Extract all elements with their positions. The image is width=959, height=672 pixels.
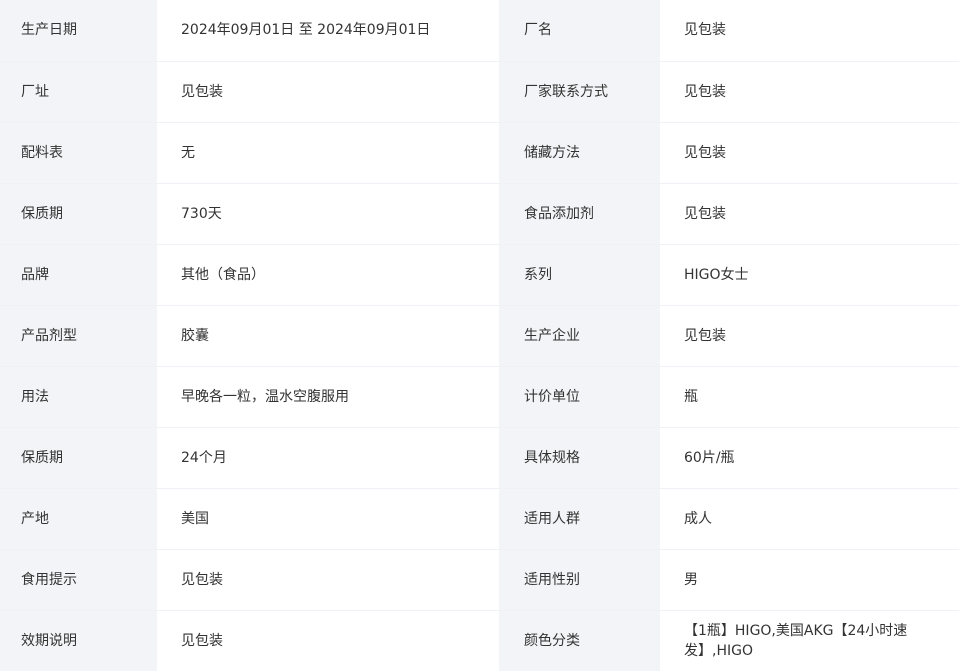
spec-label: 厂址	[0, 61, 157, 123]
spec-label: 产品剂型	[0, 305, 157, 367]
table-row: 保质期 730天 食品添加剂 见包装	[0, 183, 959, 245]
spec-label: 系列	[499, 244, 660, 306]
table-row: 效期说明 见包装 颜色分类 【1瓶】HIGO,美国AKG【24小时速发】,HIG…	[0, 610, 959, 671]
spec-label: 产地	[0, 488, 157, 550]
spec-value: 见包装	[157, 61, 499, 123]
spec-value: 早晚各一粒，温水空腹服用	[157, 366, 499, 428]
spec-value: 24个月	[157, 427, 499, 489]
spec-label: 保质期	[0, 427, 157, 489]
spec-label: 厂名	[499, 0, 660, 62]
spec-value: 见包装	[660, 0, 959, 62]
spec-value: 60片/瓶	[660, 427, 959, 489]
spec-value: 成人	[660, 488, 959, 550]
spec-label: 品牌	[0, 244, 157, 306]
spec-value: 美国	[157, 488, 499, 550]
table-row: 生产日期 2024年09月01日 至 2024年09月01日 厂名 见包装	[0, 0, 959, 62]
spec-label: 配料表	[0, 122, 157, 184]
spec-value: HIGO女士	[660, 244, 959, 306]
spec-value: 瓶	[660, 366, 959, 428]
spec-value: 胶囊	[157, 305, 499, 367]
table-row: 产地 美国 适用人群 成人	[0, 488, 959, 550]
spec-value: 2024年09月01日 至 2024年09月01日	[157, 0, 499, 62]
spec-value: 男	[660, 549, 959, 611]
table-row: 食用提示 见包装 适用性别 男	[0, 549, 959, 611]
spec-label: 适用人群	[499, 488, 660, 550]
spec-value: 730天	[157, 183, 499, 245]
spec-table-body: 生产日期 2024年09月01日 至 2024年09月01日 厂名 见包装 厂址…	[0, 0, 959, 671]
spec-label: 生产日期	[0, 0, 157, 62]
spec-label: 适用性别	[499, 549, 660, 611]
table-row: 产品剂型 胶囊 生产企业 见包装	[0, 305, 959, 367]
spec-value: 无	[157, 122, 499, 184]
table-row: 用法 早晚各一粒，温水空腹服用 计价单位 瓶	[0, 366, 959, 428]
table-row: 品牌 其他（食品） 系列 HIGO女士	[0, 244, 959, 306]
spec-label: 食品添加剂	[499, 183, 660, 245]
spec-value: 见包装	[660, 183, 959, 245]
spec-value: 见包装	[157, 610, 499, 671]
spec-label: 颜色分类	[499, 610, 660, 671]
table-row: 保质期 24个月 具体规格 60片/瓶	[0, 427, 959, 489]
spec-label: 效期说明	[0, 610, 157, 671]
spec-value: 见包装	[660, 61, 959, 123]
spec-value: 【1瓶】HIGO,美国AKG【24小时速发】,HIGO	[660, 610, 959, 671]
spec-label: 厂家联系方式	[499, 61, 660, 123]
product-spec-table: 生产日期 2024年09月01日 至 2024年09月01日 厂名 见包装 厂址…	[0, 0, 959, 671]
spec-label: 食用提示	[0, 549, 157, 611]
spec-value: 见包装	[157, 549, 499, 611]
spec-label: 生产企业	[499, 305, 660, 367]
spec-value: 见包装	[660, 305, 959, 367]
table-row: 厂址 见包装 厂家联系方式 见包装	[0, 61, 959, 123]
spec-label: 储藏方法	[499, 122, 660, 184]
spec-label: 保质期	[0, 183, 157, 245]
spec-value: 其他（食品）	[157, 244, 499, 306]
table-row: 配料表 无 储藏方法 见包装	[0, 122, 959, 184]
spec-label: 具体规格	[499, 427, 660, 489]
spec-label: 计价单位	[499, 366, 660, 428]
spec-value: 见包装	[660, 122, 959, 184]
spec-label: 用法	[0, 366, 157, 428]
